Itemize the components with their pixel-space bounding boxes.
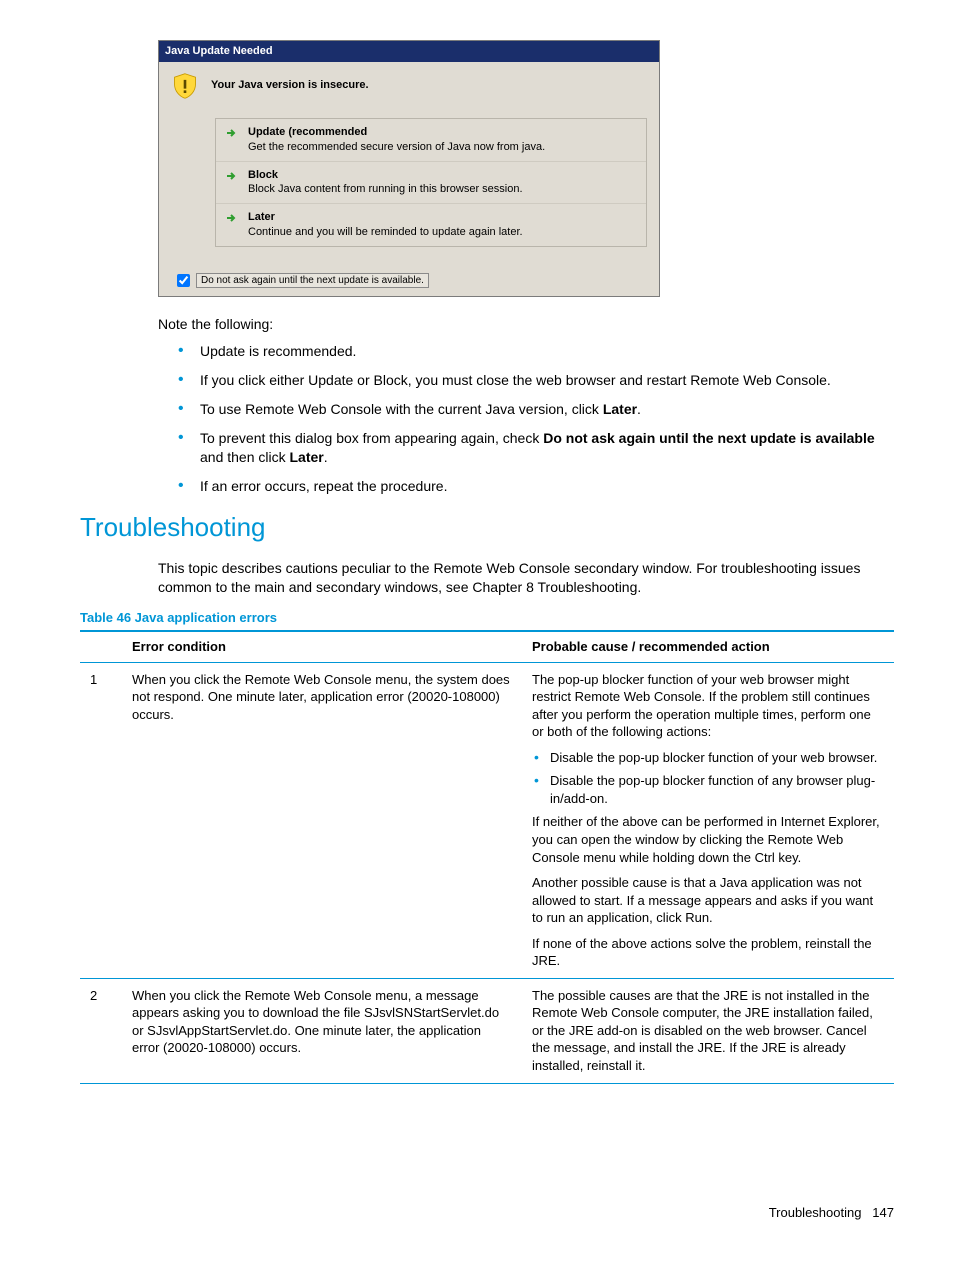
option-desc: Continue and you will be reminded to upd… (248, 225, 523, 240)
java-update-dialog: Java Update Needed Your Java version is … (158, 40, 660, 297)
option-later[interactable]: Later Continue and you will be reminded … (216, 204, 646, 246)
table-row: 2 When you click the Remote Web Console … (80, 978, 894, 1083)
list-item: To prevent this dialog box from appearin… (178, 429, 894, 467)
th-probable-cause: Probable cause / recommended action (522, 631, 894, 662)
list-item: Update is recommended. (178, 342, 894, 361)
th-blank (80, 631, 122, 662)
row-num: 2 (80, 978, 122, 1083)
warning-shield-icon (171, 72, 199, 100)
arrow-icon (226, 170, 238, 182)
option-update[interactable]: Update (recommended Get the recommended … (216, 119, 646, 162)
note-lead: Note the following: (158, 315, 894, 334)
option-title: Block (248, 168, 523, 183)
insecure-text: Your Java version is insecure. (211, 78, 369, 93)
section-desc: This topic describes cautions peculiar t… (158, 559, 894, 597)
do-not-ask-checkbox[interactable] (177, 274, 190, 287)
row-condition: When you click the Remote Web Console me… (122, 662, 522, 978)
footer-page: 147 (872, 1205, 894, 1220)
table-caption: Table 46 Java application errors (80, 609, 894, 627)
note-list: Update is recommended. If you click eith… (178, 342, 894, 495)
error-table: Error condition Probable cause / recomme… (80, 630, 894, 1083)
option-title: Update (recommended (248, 125, 545, 140)
list-item: If an error occurs, repeat the procedure… (178, 477, 894, 496)
row-action: The possible causes are that the JRE is … (522, 978, 894, 1083)
dialog-title: Java Update Needed (159, 41, 659, 62)
list-item: Disable the pop-up blocker function of y… (532, 749, 884, 767)
row-condition: When you click the Remote Web Console me… (122, 978, 522, 1083)
footer-label: Troubleshooting (769, 1205, 862, 1220)
option-desc: Get the recommended secure version of Ja… (248, 140, 545, 155)
page-footer: Troubleshooting 147 (80, 1204, 894, 1222)
arrow-icon (226, 212, 238, 224)
option-block[interactable]: Block Block Java content from running in… (216, 162, 646, 205)
option-title: Later (248, 210, 523, 225)
list-item: If you click either Update or Block, you… (178, 371, 894, 390)
section-heading: Troubleshooting (80, 510, 894, 545)
option-desc: Block Java content from running in this … (248, 182, 523, 197)
do-not-ask-label: Do not ask again until the next update i… (196, 273, 429, 289)
row-action: The pop-up blocker function of your web … (522, 662, 894, 978)
list-item: Disable the pop-up blocker function of a… (532, 772, 884, 807)
table-row: 1 When you click the Remote Web Console … (80, 662, 894, 978)
th-error-condition: Error condition (122, 631, 522, 662)
arrow-icon (226, 127, 238, 139)
options-box: Update (recommended Get the recommended … (215, 118, 647, 247)
row-num: 1 (80, 662, 122, 978)
list-item: To use Remote Web Console with the curre… (178, 400, 894, 419)
